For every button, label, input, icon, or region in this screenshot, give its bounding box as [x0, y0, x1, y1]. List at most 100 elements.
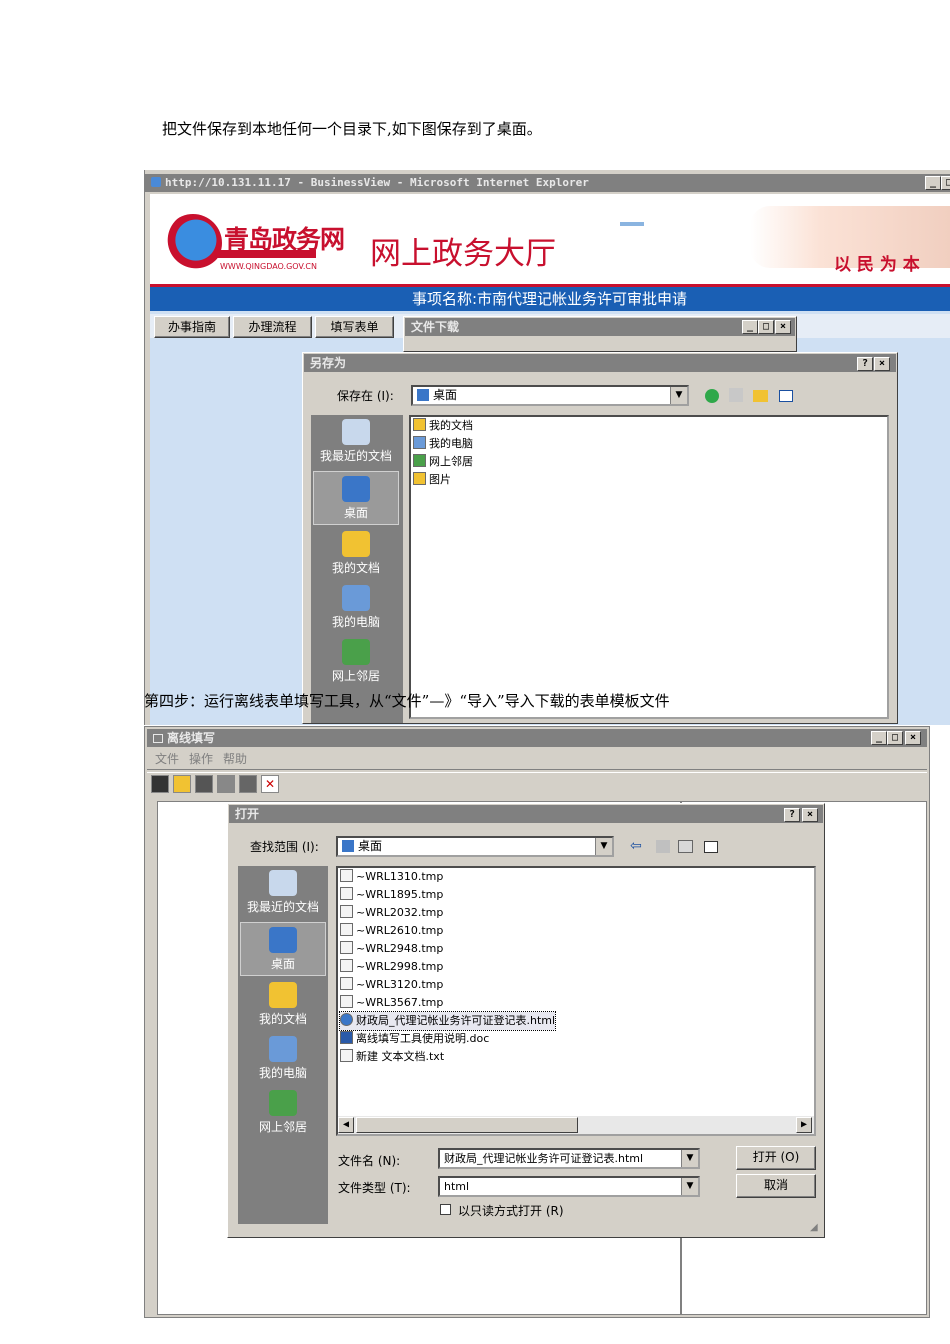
view-menu-icon[interactable] [779, 390, 793, 402]
open-places-bar: 我最近的文档 桌面 我的文档 我的电脑 网上邻居 [238, 866, 328, 1224]
list-item-selected[interactable]: 财政局_代理记帐业务许可证登记表.html [338, 1011, 557, 1031]
list-item[interactable]: ~WRL3567.tmp [340, 994, 443, 1012]
place-network[interactable]: 网上邻居 [313, 635, 399, 689]
file-icon [340, 995, 353, 1008]
file-icon [340, 977, 353, 990]
save-as-file-list[interactable]: 我的文档 我的电脑 网上邻居 图片 [409, 415, 889, 719]
import-icon[interactable] [195, 775, 213, 793]
open-button[interactable]: 打开 (O) [736, 1146, 816, 1170]
download-maximize-button[interactable]: □ [758, 320, 774, 334]
place-my-documents-label: 我的文档 [331, 561, 380, 575]
chevron-down-icon[interactable]: ▼ [681, 1150, 698, 1167]
my-computer-icon [269, 1036, 297, 1062]
place-recent[interactable]: 我最近的文档 [313, 415, 399, 469]
menu-help[interactable]: 帮助 [223, 752, 247, 766]
tab-guide[interactable]: 办事指南 [154, 316, 230, 338]
recent-documents-icon [269, 870, 297, 896]
new-icon[interactable] [151, 775, 169, 793]
arrow-decoration [620, 222, 644, 226]
scroll-right-icon[interactable]: ▶ [796, 1117, 812, 1133]
save-icon[interactable] [239, 775, 257, 793]
offline-close-button[interactable]: × [905, 731, 921, 745]
save-as-title: 另存为 [310, 356, 347, 370]
filetype-combo[interactable]: html ▼ [438, 1176, 700, 1197]
view-menu-icon[interactable] [704, 841, 718, 853]
up-folder-icon[interactable] [656, 840, 670, 853]
ie-titlebar: http://10.131.11.17 - BusinessView - Mic… [145, 174, 950, 192]
horizontal-scrollbar[interactable]: ◀ ▶ [338, 1116, 814, 1134]
menu-file[interactable]: 文件 [155, 752, 179, 766]
open-help-button[interactable]: ? [784, 808, 800, 822]
readonly-checkbox[interactable] [440, 1204, 451, 1215]
list-item[interactable]: ~WRL3120.tmp [340, 976, 443, 994]
close-icon[interactable]: ✕ [261, 775, 279, 793]
place-my-computer[interactable]: 我的电脑 [313, 581, 399, 635]
chevron-down-icon[interactable]: ▼ [681, 1178, 698, 1195]
desktop-icon [417, 389, 429, 401]
save-as-close-button[interactable]: × [874, 357, 890, 371]
ie-minimize-button[interactable]: _ [925, 176, 941, 190]
list-item[interactable]: 图片 [413, 471, 451, 489]
place-my-documents[interactable]: 我的文档 [313, 527, 399, 581]
look-in-value: 桌面 [358, 839, 383, 853]
save-in-value: 桌面 [433, 388, 458, 402]
save-in-label: 保存在 (I): [337, 389, 394, 403]
tab-process[interactable]: 办理流程 [233, 316, 312, 338]
open-file-list[interactable]: ~WRL1310.tmp ~WRL1895.tmp ~WRL2032.tmp ~… [336, 866, 816, 1136]
new-folder-icon[interactable] [753, 390, 768, 402]
place-desktop[interactable]: 桌面 [240, 922, 326, 976]
print-icon[interactable] [217, 775, 235, 793]
resize-grip-icon[interactable]: ◢ [810, 1222, 822, 1234]
place-network[interactable]: 网上邻居 [240, 1086, 326, 1140]
tab-fill-form[interactable]: 填写表单 [315, 316, 394, 338]
save-as-dialog: 另存为 ? × 保存在 (I): 桌面 ▼ 我最近的文档 桌面 我的文档 我的电… [302, 352, 898, 724]
place-my-computer[interactable]: 我的电脑 [240, 1032, 326, 1086]
list-item[interactable]: 我的电脑 [413, 435, 473, 453]
file-icon [340, 869, 353, 882]
offline-titlebar: 离线填写 [147, 729, 927, 747]
scroll-thumb[interactable] [356, 1117, 578, 1133]
download-close-button[interactable]: × [775, 320, 791, 334]
filename-combo[interactable]: 财政局_代理记帐业务许可证登记表.html ▼ [438, 1148, 700, 1169]
open-titlebar: 打开 [229, 805, 823, 823]
list-item[interactable]: 离线填写工具使用说明.doc [340, 1030, 489, 1048]
open-close-button[interactable]: × [802, 808, 818, 822]
new-folder-icon[interactable] [678, 840, 693, 853]
ie-maximize-button[interactable]: □ [941, 176, 950, 190]
save-as-help-button[interactable]: ? [857, 357, 873, 371]
list-item[interactable]: ~WRL2998.tmp [340, 958, 443, 976]
place-my-documents[interactable]: 我的文档 [240, 978, 326, 1032]
place-recent[interactable]: 我最近的文档 [240, 866, 326, 920]
scroll-left-icon[interactable]: ◀ [338, 1117, 354, 1133]
list-item[interactable]: ~WRL1895.tmp [340, 886, 443, 904]
list-item[interactable]: ~WRL2610.tmp [340, 922, 443, 940]
list-item[interactable]: ~WRL2032.tmp [340, 904, 443, 922]
menu-operate[interactable]: 操作 [189, 752, 213, 766]
list-item[interactable]: 我的文档 [413, 417, 473, 435]
place-desktop[interactable]: 桌面 [313, 471, 399, 525]
look-in-combo[interactable]: 桌面 ▼ [336, 836, 614, 857]
place-my-computer-label: 我的电脑 [331, 615, 380, 629]
recent-documents-icon [342, 419, 370, 445]
place-my-computer-label: 我的电脑 [258, 1066, 307, 1080]
back-icon[interactable] [705, 389, 719, 403]
chevron-down-icon[interactable]: ▼ [595, 838, 612, 855]
back-arrow-icon[interactable]: ⇦ [630, 839, 644, 853]
save-in-combo[interactable]: 桌面 ▼ [411, 385, 689, 406]
list-item[interactable]: 网上邻居 [413, 453, 473, 471]
place-desktop-label: 桌面 [270, 957, 295, 971]
offline-minimize-button[interactable]: _ [871, 731, 887, 745]
offline-maximize-button[interactable]: □ [887, 731, 903, 745]
open-folder-icon[interactable] [173, 775, 191, 793]
cancel-button[interactable]: 取消 [736, 1174, 816, 1198]
list-item[interactable]: ~WRL2948.tmp [340, 940, 443, 958]
stars-strip [216, 250, 316, 258]
list-item[interactable]: ~WRL1310.tmp [340, 868, 443, 886]
chevron-down-icon[interactable]: ▼ [670, 387, 687, 404]
download-minimize-button[interactable]: _ [742, 320, 758, 334]
globe-logo-icon [164, 214, 222, 272]
intro-paragraph: 把文件保存到本地任何一个目录下,如下图保存到了桌面。 [162, 120, 542, 138]
offline-title: 离线填写 [167, 731, 216, 745]
list-item[interactable]: 新建 文本文档.txt [340, 1048, 444, 1066]
up-folder-icon[interactable] [729, 388, 743, 402]
